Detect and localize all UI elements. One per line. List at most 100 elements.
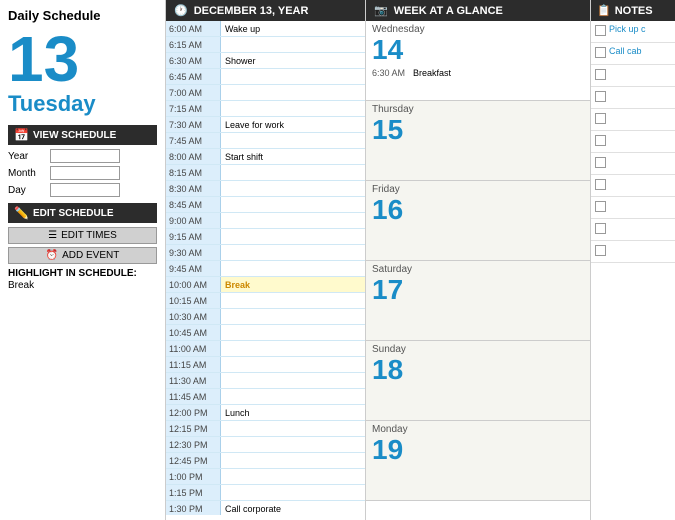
year-input[interactable] (50, 149, 120, 163)
event-cell[interactable] (221, 389, 365, 404)
note-checkbox[interactable] (595, 245, 606, 256)
event-cell[interactable] (221, 165, 365, 180)
time-row[interactable]: 12:45 PM (166, 453, 365, 469)
time-row[interactable]: 6:00 AMWake up (166, 21, 365, 37)
note-checkbox[interactable] (595, 179, 606, 190)
time-row[interactable]: 10:45 AM (166, 325, 365, 341)
event-cell[interactable] (221, 437, 365, 452)
time-row[interactable]: 9:15 AM (166, 229, 365, 245)
week-camera-icon: 📷 (374, 4, 388, 17)
note-checkbox[interactable] (595, 223, 606, 234)
note-checkbox[interactable] (595, 69, 606, 80)
time-cell: 12:45 PM (166, 453, 221, 468)
event-cell[interactable] (221, 133, 365, 148)
week-scroll[interactable]: Wednesday146:30 AMBreakfastThursday15Fri… (366, 21, 590, 515)
event-cell[interactable]: Wake up (221, 21, 365, 36)
time-row[interactable]: 11:15 AM (166, 357, 365, 373)
time-row[interactable]: 8:15 AM (166, 165, 365, 181)
event-cell[interactable] (221, 357, 365, 372)
event-cell[interactable] (221, 325, 365, 340)
note-row: Call cab (591, 43, 675, 65)
note-row (591, 65, 675, 87)
event-cell[interactable]: Lunch (221, 405, 365, 420)
event-cell[interactable]: Call corporate (221, 501, 365, 515)
time-row[interactable]: 8:00 AMStart shift (166, 149, 365, 165)
time-row[interactable]: 9:00 AM (166, 213, 365, 229)
time-row[interactable]: 9:30 AM (166, 245, 365, 261)
schedule-clock-icon: 🕐 (174, 4, 188, 17)
time-cell: 11:15 AM (166, 357, 221, 372)
event-cell[interactable] (221, 101, 365, 116)
time-row[interactable]: 7:45 AM (166, 133, 365, 149)
time-cell: 1:15 PM (166, 485, 221, 500)
calendar-icon: 📅 (14, 128, 29, 142)
event-cell[interactable] (221, 213, 365, 228)
month-input[interactable] (50, 166, 120, 180)
event-cell[interactable] (221, 453, 365, 468)
event-cell[interactable] (221, 85, 365, 100)
time-cell: 11:00 AM (166, 341, 221, 356)
note-checkbox[interactable] (595, 47, 606, 58)
note-row (591, 109, 675, 131)
day-row: Day (8, 183, 157, 197)
time-row[interactable]: 12:00 PMLunch (166, 405, 365, 421)
time-row[interactable]: 7:00 AM (166, 85, 365, 101)
time-row[interactable]: 1:30 PMCall corporate (166, 501, 365, 515)
event-cell[interactable] (221, 341, 365, 356)
note-checkbox[interactable] (595, 113, 606, 124)
time-row[interactable]: 12:30 PM (166, 437, 365, 453)
time-row[interactable]: 1:15 PM (166, 485, 365, 501)
time-row[interactable]: 10:15 AM (166, 293, 365, 309)
event-cell[interactable] (221, 373, 365, 388)
note-checkbox[interactable] (595, 91, 606, 102)
time-cell: 10:15 AM (166, 293, 221, 308)
notes-scroll: Pick up cCall cab (591, 21, 675, 515)
event-cell[interactable] (221, 197, 365, 212)
time-row[interactable]: 12:15 PM (166, 421, 365, 437)
event-cell[interactable]: Break (221, 277, 365, 292)
time-row[interactable]: 11:30 AM (166, 373, 365, 389)
time-row[interactable]: 10:00 AMBreak (166, 277, 365, 293)
time-row[interactable]: 6:45 AM (166, 69, 365, 85)
event-cell[interactable] (221, 181, 365, 196)
event-cell[interactable]: Start shift (221, 149, 365, 164)
time-cell: 6:00 AM (166, 21, 221, 36)
event-cell[interactable] (221, 37, 365, 52)
event-cell[interactable] (221, 245, 365, 260)
note-checkbox[interactable] (595, 135, 606, 146)
note-checkbox[interactable] (595, 25, 606, 36)
event-cell[interactable]: Shower (221, 53, 365, 68)
week-day-block: Wednesday146:30 AMBreakfast (366, 21, 590, 101)
schedule-scroll[interactable]: 6:00 AMWake up6:15 AM6:30 AMShower6:45 A… (166, 21, 365, 515)
event-cell[interactable] (221, 469, 365, 484)
time-cell: 6:45 AM (166, 69, 221, 84)
event-cell[interactable]: Leave for work (221, 117, 365, 132)
note-checkbox[interactable] (595, 157, 606, 168)
event-cell[interactable] (221, 229, 365, 244)
time-row[interactable]: 6:30 AMShower (166, 53, 365, 69)
day-input[interactable] (50, 183, 120, 197)
time-row[interactable]: 8:45 AM (166, 197, 365, 213)
time-row[interactable]: 11:45 AM (166, 389, 365, 405)
time-row[interactable]: 6:15 AM (166, 37, 365, 53)
time-row[interactable]: 10:30 AM (166, 309, 365, 325)
week-day-num: 17 (366, 275, 590, 306)
highlight-label: HIGHLIGHT IN SCHEDULE: (8, 268, 157, 279)
time-row[interactable]: 8:30 AM (166, 181, 365, 197)
time-row[interactable]: 11:00 AM (166, 341, 365, 357)
note-checkbox[interactable] (595, 201, 606, 212)
week-panel: 📷 WEEK AT A GLANCE Wednesday146:30 AMBre… (365, 0, 590, 520)
edit-icon: ✏️ (14, 206, 29, 220)
edit-times-button[interactable]: ☰ EDIT TIMES (8, 227, 157, 244)
add-event-button[interactable]: ⏰ ADD EVENT (8, 247, 157, 264)
event-cell[interactable] (221, 309, 365, 324)
event-cell[interactable] (221, 69, 365, 84)
event-cell[interactable] (221, 261, 365, 276)
time-row[interactable]: 1:00 PM (166, 469, 365, 485)
event-cell[interactable] (221, 421, 365, 436)
event-cell[interactable] (221, 485, 365, 500)
event-cell[interactable] (221, 293, 365, 308)
time-row[interactable]: 7:30 AMLeave for work (166, 117, 365, 133)
time-row[interactable]: 7:15 AM (166, 101, 365, 117)
time-row[interactable]: 9:45 AM (166, 261, 365, 277)
